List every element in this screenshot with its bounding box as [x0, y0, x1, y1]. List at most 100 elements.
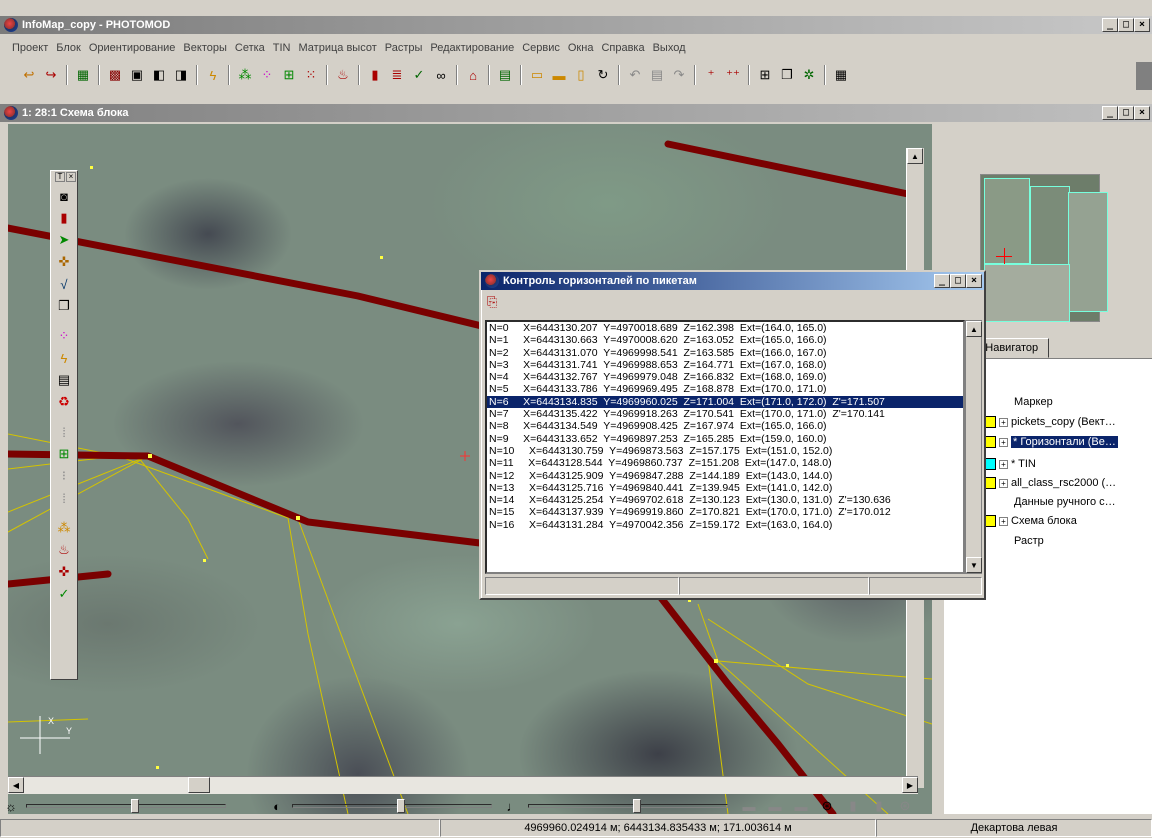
list-scrollbar[interactable]: ▲ ▼: [965, 320, 982, 574]
contour-row[interactable]: N=1 X=6443130.663 Y=4970008.620 Z=163.05…: [487, 334, 963, 346]
dialog-export-icon[interactable]: ⎘: [487, 294, 497, 310]
map-scroll-right-button[interactable]: ▶: [902, 777, 918, 793]
table-icon[interactable]: ▤: [494, 64, 516, 86]
channel-blue-button[interactable]: ▬: [790, 795, 812, 817]
map-maximize-button[interactable]: □: [1118, 106, 1134, 120]
contour-row[interactable]: N=15 X=6443137.939 Y=4969919.860 Z=170.8…: [487, 506, 963, 518]
contour-row[interactable]: N=10 X=6443130.759 Y=4969873.563 Z=157.1…: [487, 445, 963, 457]
menu-item-9[interactable]: Сервис: [518, 42, 564, 54]
expand-icon[interactable]: +: [999, 437, 1008, 447]
matrix-orange-icon[interactable]: ⁂: [51, 517, 77, 539]
menu-item-6[interactable]: Матрица высот: [295, 42, 381, 54]
folder-close-icon[interactable]: ▯: [570, 64, 592, 86]
maximize-button[interactable]: □: [1118, 18, 1134, 32]
menu-item-11[interactable]: Справка: [597, 42, 648, 54]
add-points-icon[interactable]: ⁺⁺: [722, 64, 744, 86]
stereo-icon[interactable]: ◧: [148, 64, 170, 86]
layer-tree-item[interactable]: + Схема блока: [984, 515, 1077, 527]
contrast-slider[interactable]: [292, 799, 492, 813]
map-close-button[interactable]: ×: [1134, 106, 1150, 120]
folder-open-icon[interactable]: ▭: [526, 64, 548, 86]
expand-icon[interactable]: +: [999, 478, 1008, 488]
minimize-button[interactable]: _: [1102, 18, 1118, 32]
block-editor-icon[interactable]: ▦: [72, 64, 94, 86]
menu-item-8[interactable]: Редактирование: [426, 42, 518, 54]
menu-item-2[interactable]: Ориентирование: [85, 42, 180, 54]
add-point-icon[interactable]: ⁺: [700, 64, 722, 86]
layer-tree-item[interactable]: + all_class_rsc2000 (…: [984, 477, 1116, 489]
points-icon[interactable]: ⁘: [256, 64, 278, 86]
grid-gray3-icon[interactable]: ⁞: [51, 487, 77, 509]
binoculars-icon[interactable]: ∞: [430, 64, 452, 86]
list-scroll-up-button[interactable]: ▲: [966, 321, 982, 337]
menu-item-1[interactable]: Блок: [52, 42, 85, 54]
contour-row[interactable]: N=3 X=6443131.741 Y=4969988.653 Z=164.77…: [487, 359, 963, 371]
contour-row[interactable]: N=16 X=6443131.284 Y=4970042.356 Z=159.1…: [487, 519, 963, 531]
redo-icon[interactable]: ↷: [668, 64, 690, 86]
calculator-icon[interactable]: ▦: [830, 64, 852, 86]
menu-item-5[interactable]: TIN: [269, 42, 295, 54]
grid-icon[interactable]: ▩: [104, 64, 126, 86]
contour-row[interactable]: N=14 X=6443125.254 Y=4969702.618 Z=130.1…: [487, 494, 963, 506]
map-scroll-left-button[interactable]: ◀: [8, 777, 24, 793]
pickets-icon[interactable]: ⁙: [300, 64, 322, 86]
contour-row[interactable]: N=8 X=6443134.549 Y=4969908.425 Z=167.97…: [487, 420, 963, 432]
reset-adjust-button[interactable]: ⊛: [816, 795, 838, 817]
layer-tree-item[interactable]: Растр: [1014, 535, 1044, 547]
map-scroll-up-button[interactable]: ▲: [907, 148, 923, 164]
menu-item-7[interactable]: Растры: [381, 42, 427, 54]
contour-row[interactable]: N=7 X=6443135.422 Y=4969918.263 Z=170.54…: [487, 408, 963, 420]
gamma-slider[interactable]: [528, 799, 728, 813]
check-matrix-icon[interactable]: ✓: [51, 583, 77, 605]
menu-item-4[interactable]: Сетка: [231, 42, 269, 54]
contour-row[interactable]: N=9 X=6443133.652 Y=4969897.253 Z=165.28…: [487, 433, 963, 445]
dem-icon[interactable]: ♨: [332, 64, 354, 86]
triangulation-icon[interactable]: ⁂: [234, 64, 256, 86]
history-icon[interactable]: ▤: [646, 64, 668, 86]
open-project-icon[interactable]: ↩: [18, 64, 40, 86]
house-icon[interactable]: ⌂: [462, 64, 484, 86]
undo-icon[interactable]: ↶: [624, 64, 646, 86]
menu-item-0[interactable]: Проект: [8, 42, 52, 54]
layer-tree-item[interactable]: + pickets_copy (Вект…: [984, 416, 1116, 428]
menu-item-12[interactable]: Выход: [649, 42, 690, 54]
book-red-icon[interactable]: ▮: [51, 207, 77, 229]
lightning-small-icon[interactable]: ϟ: [51, 347, 77, 369]
toolbar-close-icon[interactable]: ×: [66, 172, 76, 182]
expand-icon[interactable]: +: [999, 459, 1008, 469]
contour-row[interactable]: N=11 X=6443128.544 Y=4969860.737 Z=151.2…: [487, 457, 963, 469]
contour-row[interactable]: N=5 X=6443133.786 Y=4969969.495 Z=168.87…: [487, 383, 963, 395]
menu-item-10[interactable]: Окна: [564, 42, 598, 54]
stereo-pair-icon[interactable]: ◨: [170, 64, 192, 86]
puzzle-red-icon[interactable]: ✜: [51, 561, 77, 583]
matrix-icon[interactable]: ⊞: [278, 64, 300, 86]
grid-gray-icon[interactable]: ⁞: [51, 421, 77, 443]
grid-gray2-icon[interactable]: ⁝: [51, 465, 77, 487]
windows-icon[interactable]: ⊞: [754, 64, 776, 86]
document-icon[interactable]: ▤: [51, 369, 77, 391]
lightning-icon[interactable]: ϟ: [202, 64, 224, 86]
layer-tree-item[interactable]: Данные ручного с…: [1014, 496, 1116, 508]
settings-icon[interactable]: ✲: [798, 64, 820, 86]
book-icon[interactable]: ▮: [364, 64, 386, 86]
close-project-icon[interactable]: ↪: [40, 64, 62, 86]
sqrt-icon[interactable]: √: [51, 273, 77, 295]
dialog-maximize-button[interactable]: □: [950, 274, 966, 288]
layer-tree-item[interactable]: + * TIN: [984, 458, 1036, 470]
copy-icon[interactable]: ❐: [51, 295, 77, 317]
refresh-icon[interactable]: ↻: [592, 64, 614, 86]
folder-save-icon[interactable]: ▬: [548, 64, 570, 86]
expand-icon[interactable]: +: [999, 417, 1008, 427]
brightness-slider[interactable]: [26, 799, 226, 813]
contour-row[interactable]: N=13 X=6443125.716 Y=4969840.441 Z=139.9…: [487, 482, 963, 494]
contour-row[interactable]: N=2 X=6443131.070 Y=4969998.541 Z=163.58…: [487, 347, 963, 359]
contour-row[interactable]: N=6 X=6443134.835 Y=4969960.025 Z=171.00…: [487, 395, 963, 409]
contour-list[interactable]: N=0 X=6443130.207 Y=4970018.689 Z=162.39…: [485, 320, 965, 574]
image-icon[interactable]: ▣: [126, 64, 148, 86]
layer-tree-item[interactable]: + * Горизонтали (Ве…: [984, 436, 1118, 448]
dem-red-icon[interactable]: ♨: [51, 539, 77, 561]
check-icon[interactable]: ✓: [408, 64, 430, 86]
list-scroll-down-button[interactable]: ▼: [966, 557, 982, 573]
settings-adjust-button[interactable]: ⊛: [894, 795, 916, 817]
layer-button[interactable]: ▮: [842, 795, 864, 817]
